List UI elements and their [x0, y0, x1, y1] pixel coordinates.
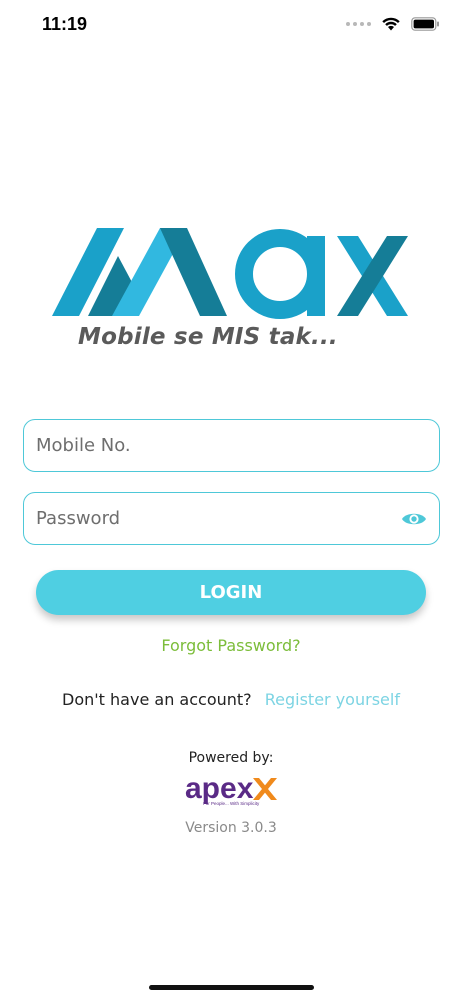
register-row: Don't have an account? Register yourself	[0, 690, 462, 709]
register-prompt: Don't have an account?	[62, 690, 252, 709]
forgot-password-link[interactable]: Forgot Password?	[0, 636, 462, 655]
password-input[interactable]	[36, 508, 395, 529]
status-bar: 11:19	[0, 0, 462, 50]
brand-tagline: Mobile se MIS tak...	[78, 324, 338, 350]
wifi-icon	[382, 17, 400, 31]
status-icons	[346, 16, 440, 31]
mobile-input[interactable]	[36, 435, 427, 456]
mobile-field[interactable]	[23, 419, 440, 472]
register-link[interactable]: Register yourself	[265, 690, 400, 709]
battery-icon	[411, 16, 439, 31]
status-time: 11:19	[42, 14, 88, 34]
signal-dots-icon	[346, 21, 371, 26]
eye-icon[interactable]	[401, 510, 427, 528]
login-button[interactable]: LOGIN	[36, 570, 426, 615]
home-indicator	[149, 985, 314, 990]
apex-tagline: For People... With Simplicity	[203, 801, 260, 806]
password-field[interactable]	[23, 492, 440, 545]
version-label: Version 3.0.3	[185, 820, 277, 836]
powered-by-label: Powered by:	[188, 750, 274, 766]
